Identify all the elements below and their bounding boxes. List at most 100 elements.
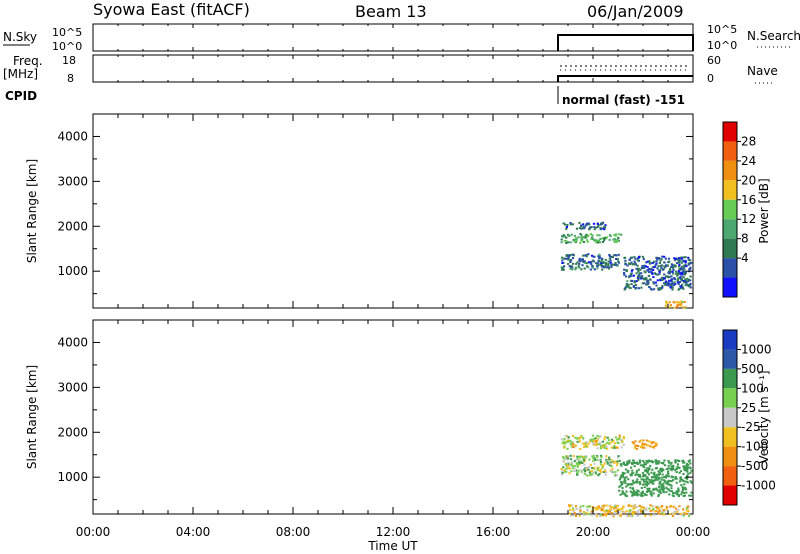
heatmap-cell [672, 272, 675, 275]
heatmap-cell [663, 265, 666, 268]
heatmap-cell [675, 468, 678, 470]
heatmap-cell [639, 276, 642, 279]
heatmap-cell [619, 463, 622, 466]
heatmap-cell [660, 258, 663, 261]
heatmap-cell [624, 259, 627, 262]
heatmap-cell [616, 469, 619, 472]
heatmap-cell [591, 254, 594, 257]
heatmap-cell [647, 440, 651, 443]
heatmap-cell [639, 508, 642, 511]
heatmap-cell [561, 259, 564, 262]
heatmap-cell [635, 471, 638, 474]
heatmap-cell [668, 301, 671, 304]
heatmap-cell [604, 473, 607, 476]
nsky-label: N.Sky [3, 30, 37, 44]
heatmap-cell [628, 275, 631, 278]
heatmap-cell [613, 445, 616, 447]
heatmap-cell [594, 507, 597, 510]
heatmap-cell [644, 265, 647, 268]
heatmap-cell [560, 438, 563, 441]
heatmap-cell [560, 256, 564, 259]
heatmap-cell [665, 506, 668, 509]
heatmap-cell [561, 268, 564, 271]
heatmap-cell [604, 258, 607, 261]
heatmap-cell [635, 447, 639, 450]
heatmap-cell [642, 439, 645, 442]
heatmap-cell [617, 442, 620, 444]
heatmap-cell [617, 239, 620, 242]
heatmap-cell [687, 263, 690, 266]
heatmap-cell [643, 478, 646, 481]
heatmap-cell [645, 444, 648, 447]
heatmap-cell [611, 514, 614, 517]
heatmap-cell [605, 446, 608, 448]
heatmap-cell [589, 268, 592, 271]
heatmap-cell [580, 224, 583, 227]
heatmap-cell [572, 435, 575, 437]
heatmap-cell [682, 461, 685, 464]
heatmap-cell [676, 279, 679, 282]
heatmap-cell [648, 286, 651, 289]
heatmap-cell [608, 238, 611, 241]
heatmap-cell [574, 505, 578, 508]
colorbar-swatch [723, 160, 737, 181]
heatmap-cell [598, 459, 601, 462]
heatmap-cell [581, 461, 584, 464]
heatmap-cell [569, 454, 572, 457]
heatmap-cell [598, 253, 601, 256]
heatmap-cell [671, 286, 674, 289]
heatmap-cell [629, 509, 632, 512]
heatmap-cell [659, 279, 662, 282]
heatmap-cell [581, 264, 584, 267]
heatmap-cell [667, 276, 670, 278]
heatmap-cell [632, 512, 635, 514]
heatmap-cell [683, 281, 686, 284]
heatmap-cell [588, 458, 591, 461]
heatmap-cell [567, 436, 570, 439]
heatmap-cell [658, 485, 661, 488]
heatmap-cell [665, 491, 668, 494]
x-tick-label: 00:00 [676, 525, 711, 539]
heatmap-cell [641, 471, 645, 474]
heatmap-cell [599, 461, 602, 463]
heatmap-cell [560, 241, 563, 244]
heatmap-cell [685, 265, 688, 268]
y-tick-label: 1000 [57, 264, 88, 278]
heatmap-cell [685, 507, 688, 510]
heatmap-cell [583, 463, 586, 466]
heatmap-cell [631, 280, 634, 282]
heatmap-cell [616, 438, 619, 441]
heatmap-cell [625, 283, 628, 286]
heatmap-cell [655, 506, 658, 509]
heatmap-cell [662, 513, 666, 516]
heatmap-cell [597, 467, 600, 470]
heatmap-cell [630, 466, 633, 469]
heatmap-cell [655, 444, 658, 447]
heatmap-cell [601, 222, 604, 225]
heatmap-cell [689, 279, 692, 282]
heatmap-cell [617, 261, 620, 264]
heatmap-cell [596, 507, 599, 510]
heatmap-cell [678, 505, 681, 508]
heatmap-cell [587, 466, 591, 469]
heatmap-cell [571, 268, 574, 271]
heatmap-cell [689, 471, 692, 474]
heatmap-cell [649, 278, 652, 281]
nsky-frame [92, 23, 694, 52]
heatmap-cell [626, 515, 629, 518]
heatmap-cell [590, 260, 593, 263]
heatmap-cell [597, 259, 600, 262]
heatmap-cell [645, 439, 649, 442]
heatmap-cell [614, 505, 617, 508]
heatmap-cell [649, 445, 652, 448]
heatmap-cell [567, 241, 570, 244]
heatmap-cell [647, 270, 650, 273]
heatmap-cell [581, 258, 584, 261]
heatmap-cell [663, 277, 666, 280]
heatmap-cell [574, 515, 578, 517]
heatmap-cell [683, 483, 686, 486]
colorbar-swatch [723, 407, 737, 428]
heatmap-cell [604, 236, 607, 239]
heatmap-cell [633, 263, 636, 265]
heatmap-cell [565, 226, 568, 228]
